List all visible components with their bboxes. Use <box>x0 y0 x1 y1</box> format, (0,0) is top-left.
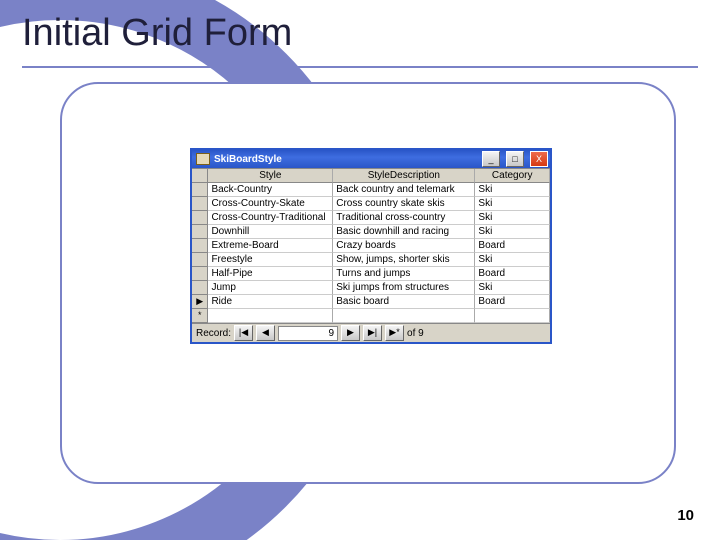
cell-desc[interactable]: Traditional cross-country <box>333 211 475 225</box>
record-label: Record: <box>196 328 231 339</box>
cell-cat[interactable]: Ski <box>475 211 550 225</box>
cell-cat[interactable]: Board <box>475 267 550 281</box>
row-selector-new[interactable]: * <box>192 309 208 323</box>
table-row[interactable]: Half-Pipe Turns and jumps Board <box>192 267 550 281</box>
cell-cat[interactable]: Ski <box>475 225 550 239</box>
table-row[interactable]: Jump Ski jumps from structures Ski <box>192 281 550 295</box>
record-navigator: Record: |◀ ◀ 9 ▶ ▶| ▶* of 9 <box>192 323 550 342</box>
cell-desc[interactable]: Basic board <box>333 295 475 309</box>
slide-page-number: 10 <box>677 507 694 524</box>
cell-style[interactable] <box>208 309 333 323</box>
cell-style[interactable]: Ride <box>208 295 333 309</box>
row-selector[interactable] <box>192 183 208 197</box>
window-title: SkiBoardStyle <box>214 154 476 165</box>
table-row[interactable]: Cross-Country-Traditional Traditional cr… <box>192 211 550 225</box>
access-grid-window: SkiBoardStyle _ □ X Style StyleDescripti… <box>190 148 552 344</box>
cell-style[interactable]: Jump <box>208 281 333 295</box>
record-of-text: of 9 <box>407 328 424 339</box>
minimize-button[interactable]: _ <box>482 151 500 167</box>
table-row-new[interactable]: * <box>192 309 550 323</box>
column-header-description[interactable]: StyleDescription <box>333 169 475 183</box>
row-selector[interactable] <box>192 253 208 267</box>
nav-prev-button[interactable]: ◀ <box>256 325 275 341</box>
cell-style[interactable]: Cross-Country-Skate <box>208 197 333 211</box>
close-button[interactable]: X <box>530 151 548 167</box>
cell-style[interactable]: Freestyle <box>208 253 333 267</box>
cell-cat[interactable]: Board <box>475 295 550 309</box>
slide-title-underline <box>22 66 698 68</box>
cell-style[interactable]: Half-Pipe <box>208 267 333 281</box>
form-icon <box>196 153 210 165</box>
window-titlebar[interactable]: SkiBoardStyle _ □ X <box>192 150 550 168</box>
row-selector-current[interactable]: ▶ <box>192 295 208 309</box>
row-selector[interactable] <box>192 211 208 225</box>
column-header-style[interactable]: Style <box>208 169 333 183</box>
cell-desc[interactable] <box>333 309 475 323</box>
cell-cat[interactable]: Ski <box>475 183 550 197</box>
table-row[interactable]: Cross-Country-Skate Cross country skate … <box>192 197 550 211</box>
table-row[interactable]: Freestyle Show, jumps, shorter skis Ski <box>192 253 550 267</box>
row-selector[interactable] <box>192 225 208 239</box>
table-row[interactable]: Extreme-Board Crazy boards Board <box>192 239 550 253</box>
slide-title: Initial Grid Form <box>22 12 292 55</box>
nav-next-button[interactable]: ▶ <box>341 325 360 341</box>
cell-cat[interactable]: Ski <box>475 197 550 211</box>
cell-cat[interactable] <box>475 309 550 323</box>
cell-desc[interactable]: Back country and telemark <box>333 183 475 197</box>
cell-desc[interactable]: Cross country skate skis <box>333 197 475 211</box>
row-selector[interactable] <box>192 267 208 281</box>
cell-style[interactable]: Back-Country <box>208 183 333 197</box>
nav-first-button[interactable]: |◀ <box>234 325 253 341</box>
cell-style[interactable]: Cross-Country-Traditional <box>208 211 333 225</box>
data-grid: Style StyleDescription Category Back-Cou… <box>192 168 550 323</box>
row-selector[interactable] <box>192 197 208 211</box>
row-selector[interactable] <box>192 239 208 253</box>
table-row[interactable]: Downhill Basic downhill and racing Ski <box>192 225 550 239</box>
table-row[interactable]: Back-Country Back country and telemark S… <box>192 183 550 197</box>
cell-cat[interactable]: Ski <box>475 281 550 295</box>
maximize-button[interactable]: □ <box>506 151 524 167</box>
row-selector[interactable] <box>192 281 208 295</box>
column-header-category[interactable]: Category <box>475 169 550 183</box>
cell-desc[interactable]: Crazy boards <box>333 239 475 253</box>
cell-cat[interactable]: Board <box>475 239 550 253</box>
nav-last-button[interactable]: ▶| <box>363 325 382 341</box>
grid-header-row: Style StyleDescription Category <box>192 169 550 183</box>
nav-new-record-button[interactable]: ▶* <box>385 325 404 341</box>
record-number-input[interactable]: 9 <box>278 326 338 341</box>
cell-style[interactable]: Extreme-Board <box>208 239 333 253</box>
cell-desc[interactable]: Turns and jumps <box>333 267 475 281</box>
cell-desc[interactable]: Show, jumps, shorter skis <box>333 253 475 267</box>
table-row[interactable]: ▶ Ride Basic board Board <box>192 295 550 309</box>
cell-desc[interactable]: Basic downhill and racing <box>333 225 475 239</box>
row-selector-header[interactable] <box>192 169 208 183</box>
cell-cat[interactable]: Ski <box>475 253 550 267</box>
cell-style[interactable]: Downhill <box>208 225 333 239</box>
cell-desc[interactable]: Ski jumps from structures <box>333 281 475 295</box>
